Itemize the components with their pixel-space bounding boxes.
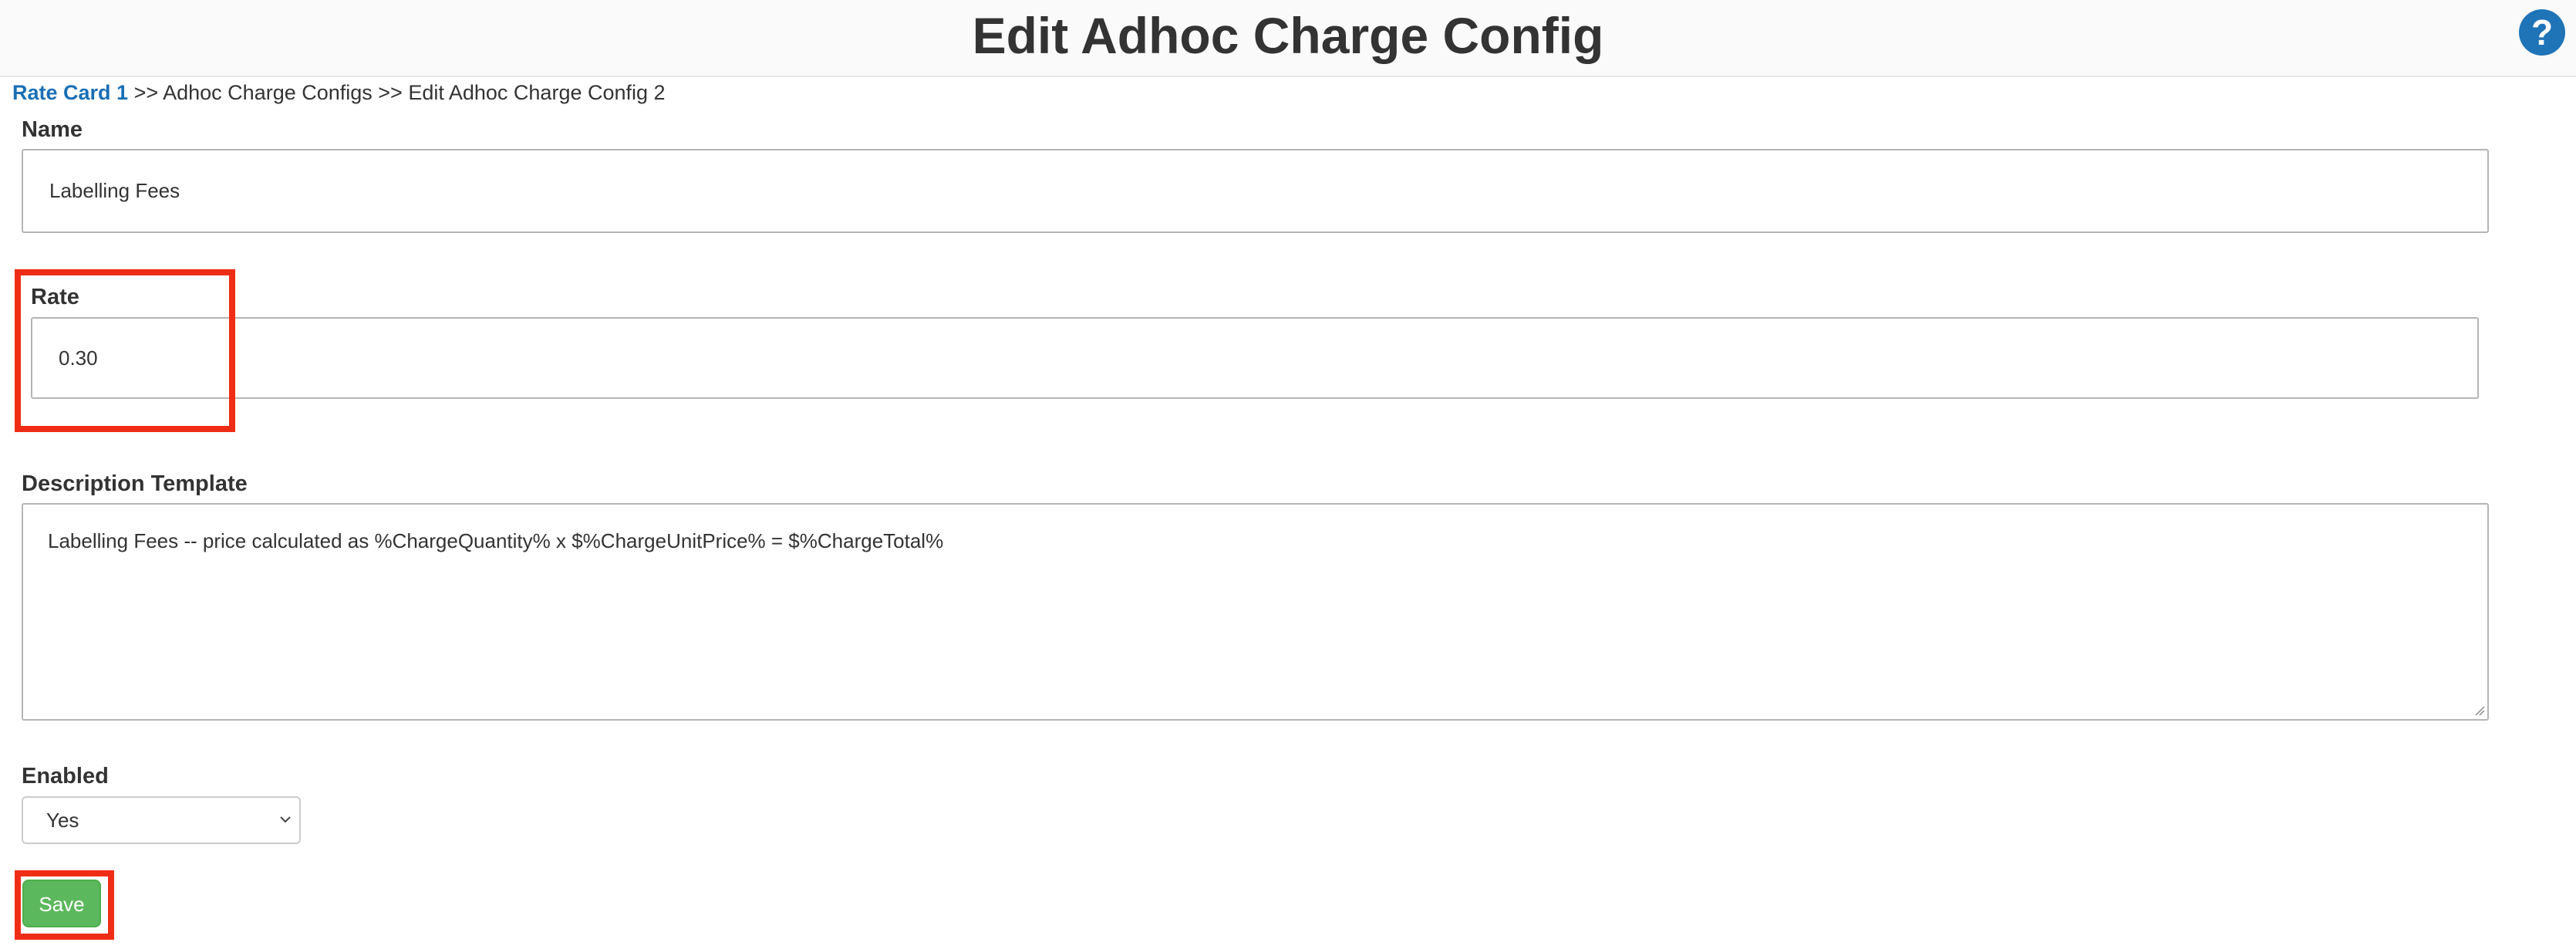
enabled-label: Enabled	[22, 764, 109, 789]
page-header: Edit Adhoc Charge Config ?	[0, 0, 2576, 77]
description-template-label: Description Template	[22, 471, 248, 496]
help-icon[interactable]: ?	[2519, 9, 2565, 56]
save-button[interactable]: Save	[22, 880, 101, 927]
name-input[interactable]	[22, 149, 2489, 233]
resize-grip-icon[interactable]	[2474, 705, 2485, 716]
breadcrumb: Rate Card 1 >> Adhoc Charge Configs >> E…	[12, 77, 666, 108]
name-label: Name	[22, 117, 83, 142]
breadcrumb-trail: >> Adhoc Charge Configs >> Edit Adhoc Ch…	[133, 81, 666, 104]
edit-adhoc-charge-config-page: Edit Adhoc Charge Config ? Rate Card 1 >…	[0, 0, 2576, 949]
page-title: Edit Adhoc Charge Config	[972, 7, 1604, 64]
enabled-selected-value: Yes	[46, 809, 79, 832]
description-template-textarea[interactable]: Labelling Fees -- price calculated as %C…	[22, 503, 2489, 721]
rate-input[interactable]	[31, 317, 2479, 399]
rate-label: Rate	[31, 285, 79, 309]
enabled-select[interactable]: Yes	[22, 796, 301, 844]
chevron-down-icon	[280, 816, 291, 823]
breadcrumb-link-rate-card[interactable]: Rate Card 1	[12, 81, 128, 104]
